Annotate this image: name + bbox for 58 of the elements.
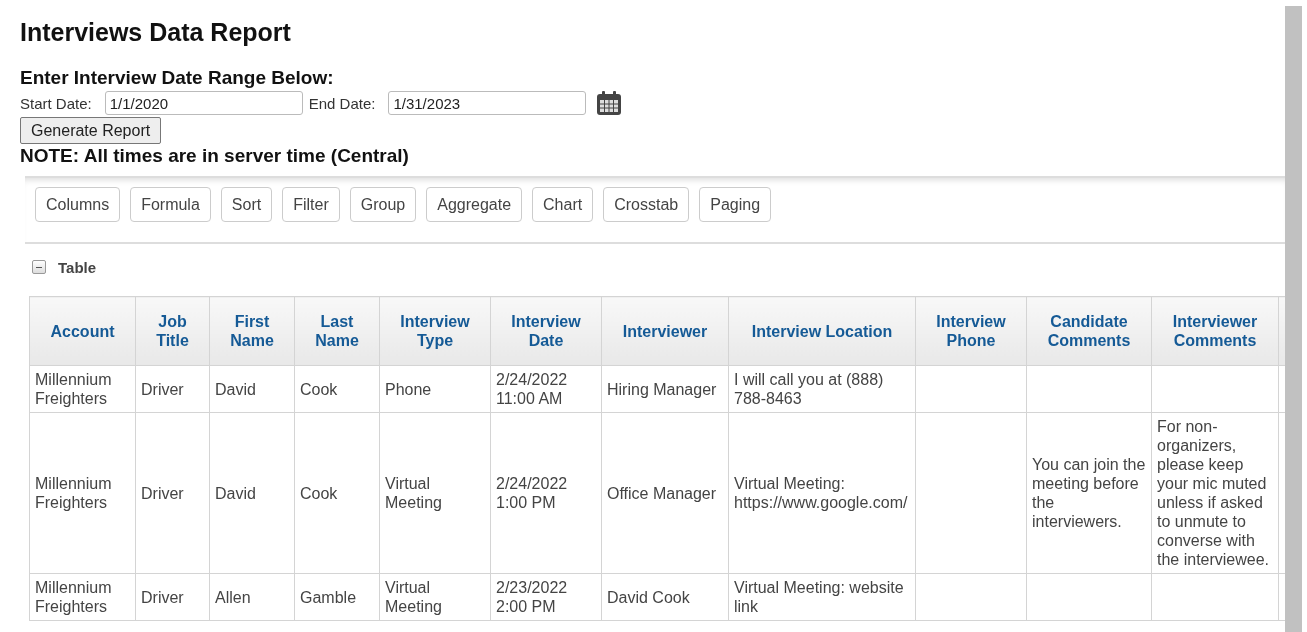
collapse-toggle-icon[interactable] xyxy=(32,260,46,274)
column-header[interactable]: Interviewer Comments xyxy=(1151,296,1279,366)
toolbar-button[interactable]: Aggregate xyxy=(426,187,523,222)
table-cell: Virtual Meeting: https://www.google.com/ xyxy=(728,412,916,574)
table-cell: Driver xyxy=(135,412,210,574)
table-cell: Driver xyxy=(135,573,210,621)
table-cell: Office Manager xyxy=(601,412,729,574)
table-cell: David xyxy=(209,365,295,413)
table-cell: 2/23/2022 2:00 PM xyxy=(490,573,602,621)
table-cell: Virtual Meeting xyxy=(379,412,491,574)
table-cell: David Cook xyxy=(601,573,729,621)
toolbar-button[interactable]: Filter xyxy=(282,187,340,222)
end-date-field[interactable]: 1/31/2023 xyxy=(388,91,587,115)
table-cell: Hiring Manager xyxy=(601,365,729,413)
column-header[interactable]: Interview Location xyxy=(728,296,916,366)
table-cell: You can join the meeting before the interviewers. xyxy=(1026,412,1152,574)
date-range-heading: Enter Interview Date Range Below: xyxy=(20,67,335,89)
column-header[interactable]: First Name xyxy=(209,296,295,366)
table-cell: Millennium Freighters xyxy=(29,573,136,621)
table-cell: Virtual Meeting xyxy=(379,573,491,621)
table-cell: Allen xyxy=(209,573,295,621)
toolbar-button[interactable]: Crosstab xyxy=(603,187,690,222)
toolbar-button[interactable]: Formula xyxy=(130,187,211,222)
table-cell: Cook xyxy=(294,365,380,413)
column-header[interactable]: Account xyxy=(29,296,136,366)
toolbar-button[interactable]: Sort xyxy=(220,187,273,222)
table-cell: Gamble xyxy=(294,573,380,621)
column-header[interactable]: Interview Type xyxy=(379,296,491,366)
toolbar-button[interactable]: Paging xyxy=(699,187,772,222)
table-cell: 2/24/2022 1:00 PM xyxy=(490,412,602,574)
page-title: Interviews Data Report xyxy=(20,17,292,47)
table-cell: For non-organizers, please keep your mic muted unless if asked to unmute to converse with the interviewee. xyxy=(1151,412,1279,574)
table-cell: Cook xyxy=(294,412,380,574)
start-date-label: Start Date: xyxy=(20,94,92,112)
column-header[interactable]: Candidate Comments xyxy=(1026,296,1152,366)
table-cell: Driver xyxy=(135,365,210,413)
column-header[interactable]: Interview Date xyxy=(490,296,602,366)
table-cell: Millennium Freighters xyxy=(29,365,136,413)
server-time-note: NOTE: All times are in server time (Central) xyxy=(20,144,410,168)
column-header[interactable]: Last Name xyxy=(294,296,380,366)
calendar-icon[interactable] xyxy=(596,90,623,116)
table-cell: I will call you at (888) 788-8463 xyxy=(728,365,916,413)
generate-report-button[interactable]: Generate Report xyxy=(20,117,162,144)
table-cell: Virtual Meeting: website link xyxy=(728,573,916,621)
toolbar-button[interactable]: Chart xyxy=(532,187,594,222)
start-date-field[interactable]: 1/1/2020 xyxy=(104,91,303,115)
column-header[interactable]: Interview Phone xyxy=(915,296,1027,366)
table-cell: Millennium Freighters xyxy=(29,412,136,574)
toolbar-button[interactable]: Group xyxy=(349,187,417,222)
table-cell: Phone xyxy=(379,365,491,413)
toolbar-button[interactable]: Columns xyxy=(35,187,121,222)
scrollbar[interactable] xyxy=(1285,6,1302,632)
section-label: Table xyxy=(58,258,97,276)
column-header[interactable]: Job Title xyxy=(135,296,210,366)
end-date-label: End Date: xyxy=(308,94,376,112)
table-cell: David xyxy=(209,412,295,574)
column-header[interactable]: Interviewer xyxy=(601,296,729,366)
table-cell: 2/24/2022 11:00 AM xyxy=(490,365,602,413)
